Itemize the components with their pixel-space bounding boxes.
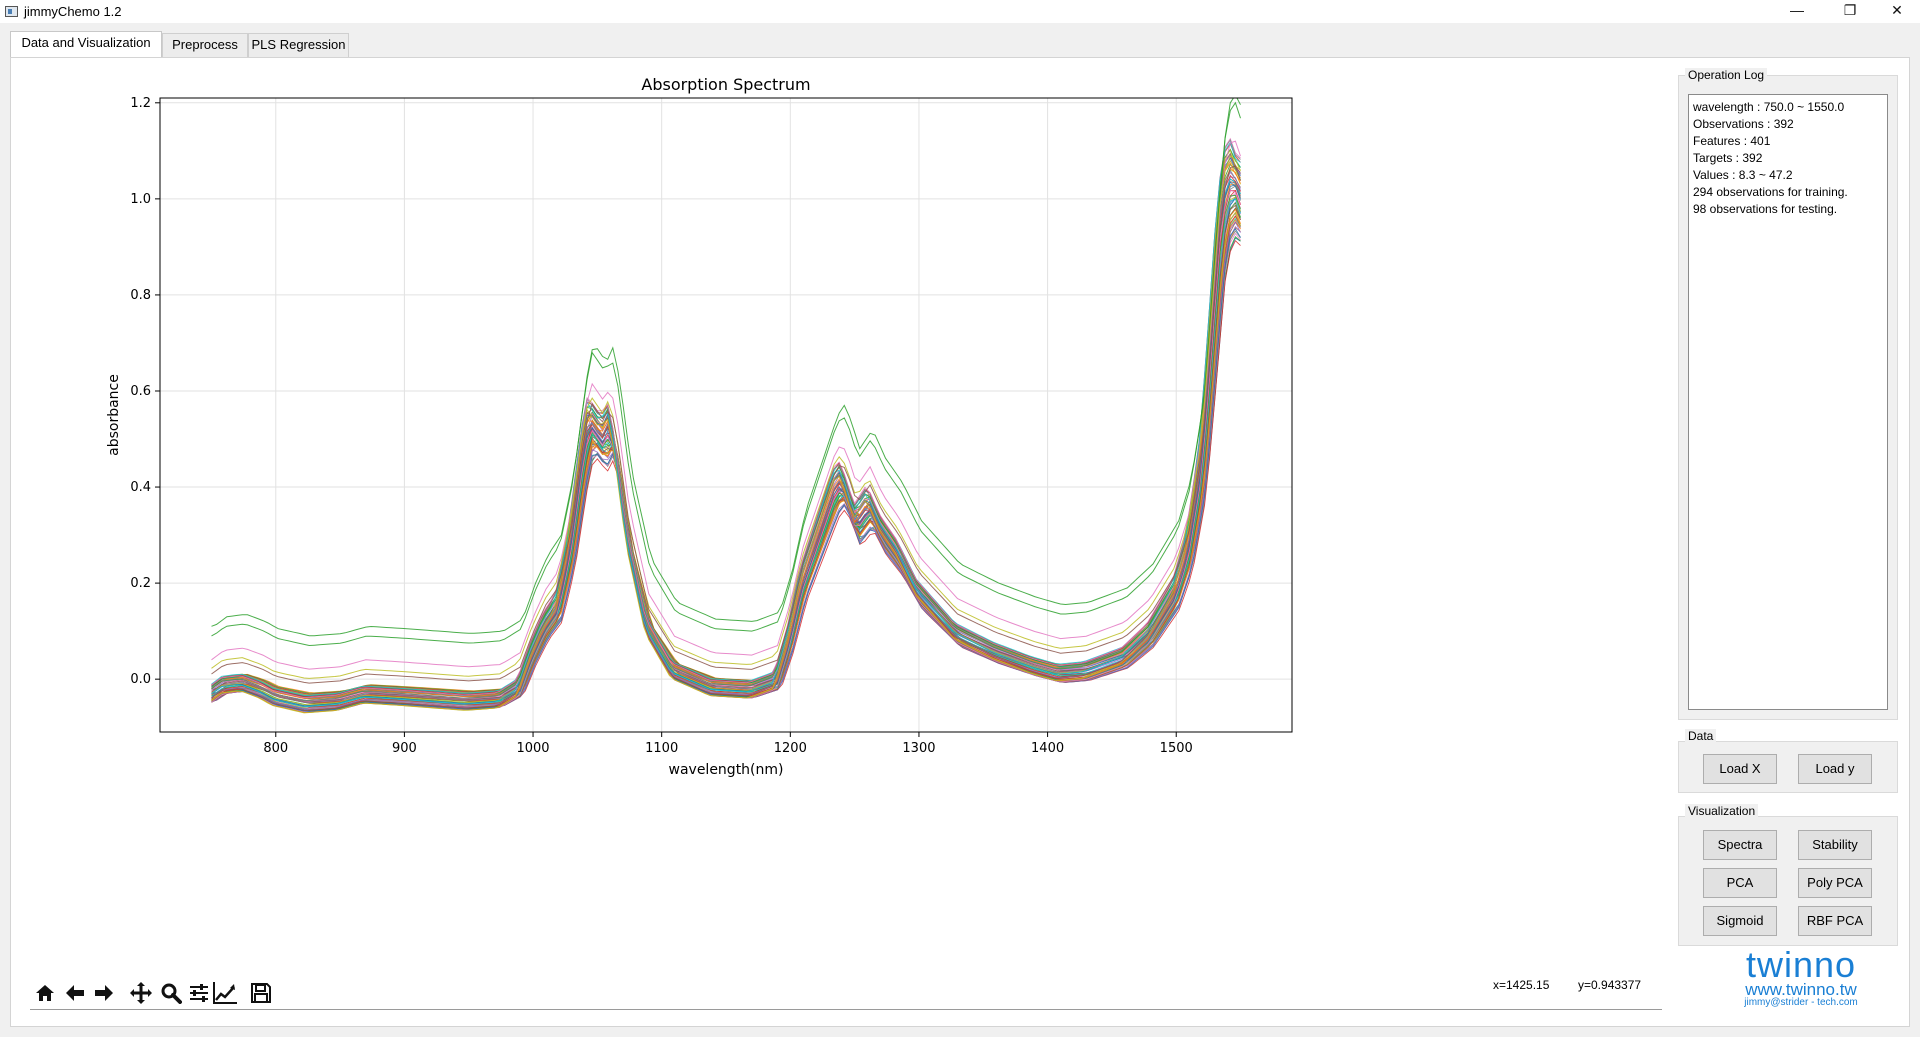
back-arrow-icon[interactable] (62, 980, 88, 1006)
zoom-icon[interactable] (158, 980, 184, 1006)
close-button[interactable]: ✕ (1874, 0, 1920, 23)
logo-email: jimmy@strider - tech.com (1744, 997, 1858, 1008)
y-tick-label: 0.0 (130, 672, 151, 687)
y-tick-label: 0.8 (130, 288, 151, 303)
log-line: 294 observations for training. (1693, 185, 1848, 199)
cursor-x-readout: x=1425.15 (1493, 978, 1550, 992)
operation-log-text[interactable]: wavelength : 750.0 ~ 1550.0 Observations… (1688, 94, 1888, 710)
chart-title: Absorption Spectrum (641, 75, 810, 94)
cursor-y-readout: y=0.943377 (1578, 978, 1642, 992)
x-tick-label: 1200 (774, 741, 807, 756)
y-axis-label: absorbance (106, 374, 122, 456)
x-tick-label: 1100 (645, 741, 678, 756)
y-tick-label: 0.6 (130, 384, 151, 399)
logo-wordmark: twinno (1745, 944, 1857, 985)
twinno-logo: twinno www.twinno.tw jimmy@strider - tec… (1726, 944, 1876, 1009)
visualization-group-title: Visualization (1685, 804, 1759, 818)
title-bar: jimmyChemo 1.2 — ❐ ✕ (0, 0, 1920, 23)
x-tick-label: 1500 (1160, 741, 1193, 756)
stability-button[interactable]: Stability (1798, 830, 1872, 860)
navigation-toolbar (30, 970, 1662, 1010)
window-title: jimmyChemo 1.2 (24, 4, 122, 19)
load-x-button[interactable]: Load X (1703, 754, 1777, 784)
log-line: Targets : 392 (1693, 151, 1763, 165)
pca-button[interactable]: PCA (1703, 868, 1777, 898)
x-tick-label: 900 (392, 741, 417, 756)
spectra-button[interactable]: Spectra (1703, 830, 1777, 860)
load-y-button[interactable]: Load y (1798, 754, 1872, 784)
sigmoid-button[interactable]: Sigmoid (1703, 906, 1777, 936)
tab-data-and-visualization[interactable]: Data and Visualization (10, 31, 162, 58)
pan-icon[interactable] (128, 980, 154, 1006)
x-tick-label: 1400 (1031, 741, 1064, 756)
y-tick-label: 0.4 (130, 480, 151, 495)
rbf-pca-button[interactable]: RBF PCA (1798, 906, 1872, 936)
log-line: Observations : 392 (1693, 117, 1794, 131)
y-tick-label: 1.2 (130, 96, 151, 111)
x-tick-label: 800 (263, 741, 288, 756)
configure-subplots-icon[interactable] (186, 980, 212, 1006)
y-tick-label: 1.0 (130, 192, 151, 207)
x-tick-label: 1000 (516, 741, 549, 756)
data-group-title: Data (1685, 729, 1717, 743)
log-line: 98 observations for testing. (1693, 202, 1838, 216)
save-icon[interactable] (248, 980, 274, 1006)
x-tick-label: 1300 (902, 741, 935, 756)
app-icon (5, 6, 18, 17)
spectrum-chart[interactable]: 800 900 1000 1100 1200 1300 1400 1500 0.0 0.2 0.4 0… (22, 60, 1662, 960)
edit-axis-icon[interactable] (212, 980, 238, 1006)
restore-button[interactable]: ❐ (1827, 0, 1873, 23)
operation-log-title: Operation Log (1685, 68, 1768, 82)
log-line: wavelength : 750.0 ~ 1550.0 (1693, 100, 1845, 114)
plot-area[interactable]: 800 900 1000 1100 1200 1300 1400 1500 0.0 0.2 0.4 0… (22, 60, 1662, 1020)
minimize-button[interactable]: — (1774, 0, 1820, 23)
log-line: Features : 401 (1693, 134, 1771, 148)
x-axis-label: wavelength(nm) (669, 762, 784, 778)
y-tick-label: 0.2 (130, 576, 151, 591)
logo-url: www.twinno.tw (1745, 980, 1857, 999)
home-icon[interactable] (32, 980, 58, 1006)
forward-arrow-icon[interactable] (91, 980, 117, 1006)
plot-background (160, 98, 1292, 732)
log-line: Values : 8.3 ~ 47.2 (1693, 168, 1793, 182)
tab-pls-regression[interactable]: PLS Regression (248, 33, 349, 57)
tab-preprocess[interactable]: Preprocess (162, 33, 248, 57)
poly-pca-button[interactable]: Poly PCA (1798, 868, 1872, 898)
